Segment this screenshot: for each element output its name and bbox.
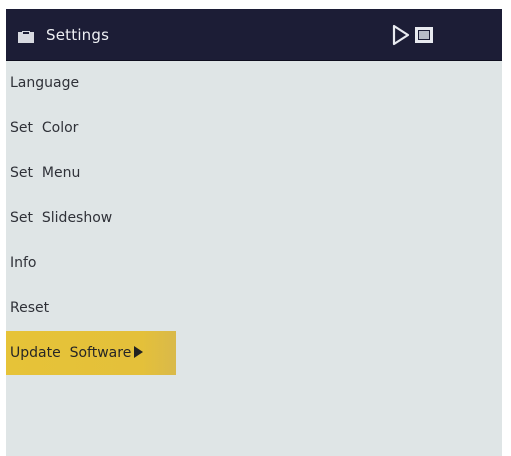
page-title: Settings: [46, 26, 110, 44]
title-bar: Settings: [6, 9, 502, 61]
status-icons: [392, 24, 452, 46]
menu-item-info[interactable]: Info: [6, 241, 37, 285]
menu-item-label: Update Software: [10, 345, 132, 361]
menu-item-update-software[interactable]: Update Software: [6, 331, 176, 375]
device-frame: Settings Language Set Color Set Menu Set…: [0, 0, 511, 456]
play-icon: [392, 24, 410, 46]
menu-item-set-color[interactable]: Set Color: [6, 106, 78, 150]
menu-item-label: Language: [10, 75, 80, 91]
menu-item-language[interactable]: Language: [6, 61, 79, 105]
menu-item-label: Reset: [10, 300, 50, 316]
display-icon: [415, 27, 433, 43]
menu-item-set-menu[interactable]: Set Menu: [6, 151, 80, 195]
menu-item-label: Set Menu: [10, 165, 81, 181]
menu-item-reset[interactable]: Reset: [6, 286, 49, 330]
submenu-arrow-icon: [134, 346, 144, 358]
settings-screen: Settings Language Set Color Set Menu Set…: [6, 9, 502, 456]
menu-item-label: Set Color: [10, 120, 79, 136]
folder-icon: [18, 31, 34, 43]
menu-item-label: Set Slideshow: [10, 210, 113, 226]
menu-item-label: Info: [10, 255, 37, 271]
menu-item-set-slideshow[interactable]: Set Slideshow: [6, 196, 112, 240]
